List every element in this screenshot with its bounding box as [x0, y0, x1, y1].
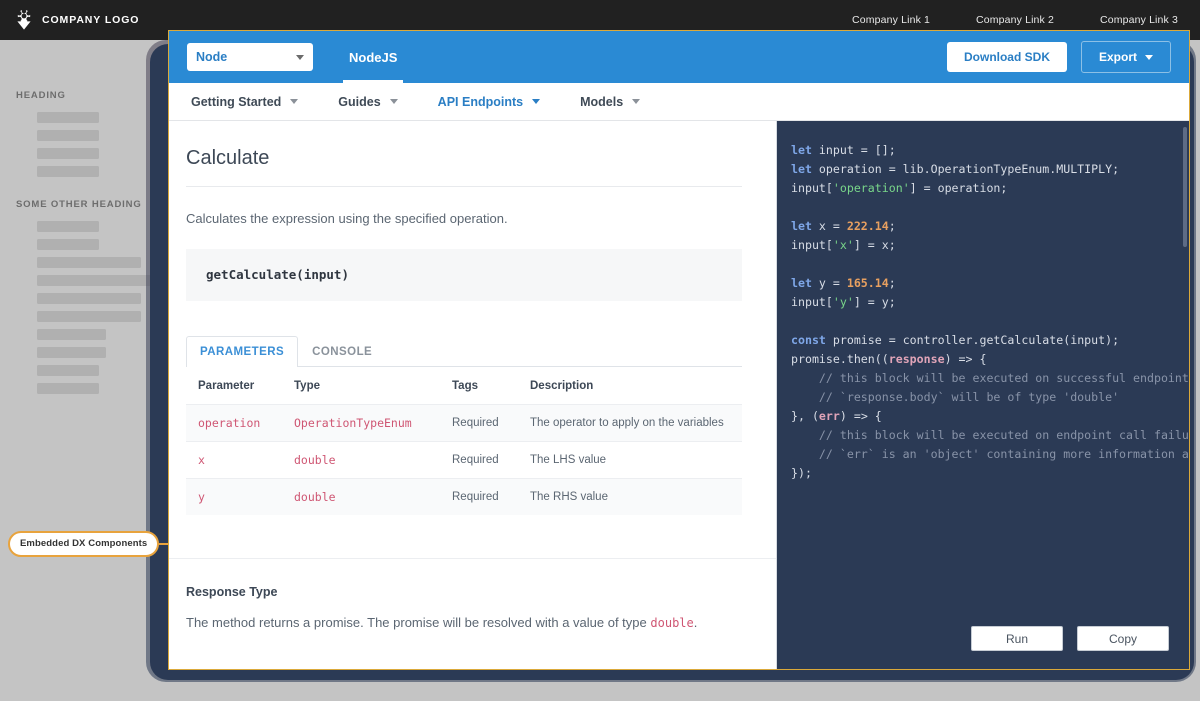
sidebar-placeholder-group-2 [16, 221, 177, 394]
cell-description: The LHS value [518, 440, 742, 478]
method-signature-box: getCalculate(input) [186, 248, 742, 301]
widget-nav: Getting Started Guides API Endpoints Mod… [169, 83, 1189, 121]
cell-tags: Required [440, 440, 518, 478]
nav-item-models[interactable]: Models [576, 95, 644, 109]
sdk-tab-nodejs[interactable]: NodeJS [343, 31, 404, 83]
widget-header: Node NodeJS Download SDK Export [169, 31, 1189, 83]
language-select-value: Node [196, 50, 228, 64]
host-logo[interactable]: COMPANY LOGO [14, 9, 139, 31]
documentation-content: Calculate Calculates the expression usin… [169, 121, 776, 515]
sidebar-placeholder-bar [37, 130, 99, 141]
sidebar-placeholder-bar [37, 239, 99, 250]
sidebar-placeholder-bar [37, 221, 99, 232]
doc-tabs: PARAMETERS CONSOLE [186, 335, 742, 367]
cell-description: The RHS value [518, 477, 742, 515]
nav-item-getting-started[interactable]: Getting Started [187, 95, 302, 109]
sidebar-placeholder-bar [37, 383, 99, 394]
nav-item-api-endpoints[interactable]: API Endpoints [434, 95, 544, 109]
sidebar-placeholder-bar [37, 166, 99, 177]
th-tags: Tags [452, 379, 478, 392]
table-header-row: Parameter Type Tags Description [186, 367, 742, 405]
host-logo-text: COMPANY LOGO [42, 14, 140, 26]
cell-tags: Required [440, 477, 518, 515]
method-signature: getCalculate(input) [206, 266, 349, 282]
cell-type: double [282, 440, 440, 478]
sdk-tab-underline [343, 80, 404, 83]
code-action-buttons: Run Copy [971, 626, 1169, 651]
code-sample-pane: let input = []; let operation = lib.Oper… [777, 121, 1189, 669]
response-type-text: The method returns a promise. The promis… [186, 613, 742, 633]
widget-header-actions: Download SDK Export [946, 31, 1171, 83]
sidebar-placeholder-bar [37, 311, 141, 322]
widget-body: Calculate Calculates the expression usin… [169, 121, 1189, 669]
table-row: y double Required The RHS value [186, 477, 742, 515]
nav-item-guides[interactable]: Guides [334, 95, 401, 109]
chevron-down-icon [532, 99, 541, 104]
cell-tags: Required [440, 403, 518, 441]
download-sdk-button[interactable]: Download SDK [946, 42, 1067, 72]
export-button-label: Export [1098, 50, 1137, 64]
sidebar-placeholder-bar [37, 365, 99, 376]
th-description: Description [530, 379, 594, 392]
parameters-table-body: operation OperationTypeEnum Required The… [186, 403, 742, 515]
cell-parameter: operation [186, 403, 282, 441]
response-type-section: Response Type The method returns a promi… [169, 559, 776, 633]
sidebar-placeholder-group-1 [16, 112, 166, 177]
host-link-1[interactable]: Company Link 1 [852, 14, 930, 26]
th-parameter: Parameter [198, 379, 255, 392]
cell-type: OperationTypeEnum [282, 403, 440, 441]
embedded-docs-widget: Node NodeJS Download SDK Export Getting … [168, 30, 1190, 670]
response-type-text-before: The method returns a promise. The promis… [186, 614, 647, 630]
cell-parameter: x [186, 440, 282, 478]
tab-parameters[interactable]: PARAMETERS [186, 335, 299, 367]
page-title: Calculate [186, 147, 742, 187]
nav-item-label: API Endpoints [437, 94, 524, 109]
copy-button[interactable]: Copy [1077, 626, 1169, 651]
table-row: x double Required The LHS value [186, 440, 742, 478]
sidebar-placeholder-bar [37, 329, 106, 340]
sidebar-placeholder-bar [37, 257, 141, 268]
sdk-tab-label: NodeJS [349, 49, 398, 65]
chevron-down-icon [1145, 54, 1153, 60]
language-select[interactable]: Node [187, 43, 313, 71]
screen-root: COMPANY LOGO Company Link 1 Company Link… [0, 0, 1200, 701]
sidebar-heading-2: SOME OTHER HEADING [16, 199, 142, 210]
nav-item-label: Models [580, 94, 624, 109]
sidebar-heading-1: HEADING [16, 90, 66, 101]
table-row: operation OperationTypeEnum Required The… [186, 403, 742, 441]
sidebar-placeholder-bar [37, 148, 99, 159]
response-type-title: Response Type [186, 584, 278, 599]
chevron-down-icon [296, 54, 304, 60]
chevron-down-icon [389, 99, 398, 104]
tab-console[interactable]: CONSOLE [298, 336, 386, 367]
parameters-table-head: Parameter Type Tags Description [186, 367, 742, 405]
code-scroll-area[interactable]: let input = []; let operation = lib.Oper… [777, 121, 1189, 483]
flower-gear-icon [17, 9, 31, 30]
cell-type: double [282, 477, 440, 515]
embedded-callout: Embedded DX Components [8, 531, 191, 557]
host-link-3[interactable]: Company Link 3 [1100, 14, 1178, 26]
run-button[interactable]: Run [971, 626, 1063, 651]
export-button[interactable]: Export [1080, 41, 1171, 73]
cell-description: The operator to apply on the variables [518, 403, 742, 441]
documentation-pane: Calculate Calculates the expression usin… [169, 121, 777, 669]
nav-item-label: Guides [338, 94, 381, 109]
sidebar-placeholder-bar [37, 347, 106, 358]
sidebar-placeholder-bar [37, 112, 99, 123]
code-scrollbar[interactable] [1183, 127, 1187, 247]
host-sidebar: HEADING SOME OTHER HEADING [16, 90, 177, 401]
code-sample: let input = []; let operation = lib.Oper… [791, 143, 1189, 480]
th-type: Type [294, 379, 320, 392]
parameters-table: Parameter Type Tags Description operatio… [186, 367, 742, 515]
chevron-down-icon [632, 99, 641, 104]
chevron-down-icon [290, 99, 299, 104]
response-type-period: . [693, 614, 698, 630]
embedded-callout-label: Embedded DX Components [8, 531, 160, 557]
cell-parameter: y [186, 477, 282, 515]
host-link-2[interactable]: Company Link 2 [976, 14, 1054, 26]
sidebar-placeholder-bar [37, 293, 141, 304]
response-type-value: double [650, 615, 694, 630]
endpoint-description: Calculates the expression using the spec… [186, 211, 508, 226]
nav-item-label: Getting Started [191, 94, 282, 109]
